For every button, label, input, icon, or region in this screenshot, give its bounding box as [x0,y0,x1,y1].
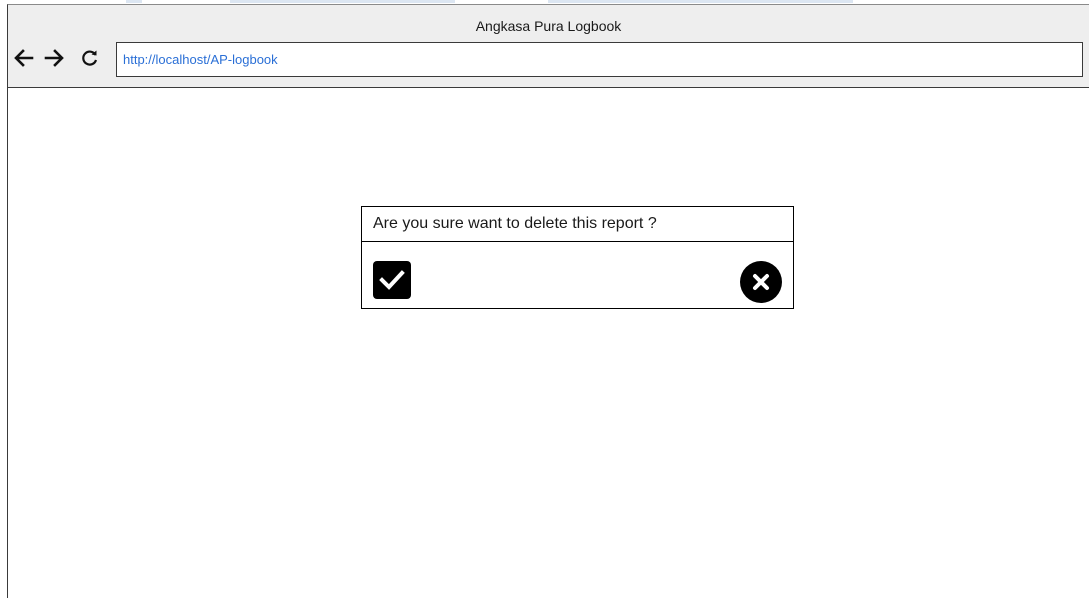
window-title: Angkasa Pura Logbook [475,18,622,34]
cancel-delete-button[interactable] [740,261,782,303]
browser-window: Angkasa Pura Logbook http://localhost/AP… [7,4,1089,598]
arrow-left-icon [14,49,34,67]
confirm-delete-button[interactable] [373,261,411,299]
background-fragment [126,0,142,3]
delete-confirm-dialog: Are you sure want to delete this report … [361,206,794,309]
browser-chrome: Angkasa Pura Logbook http://localhost/AP… [8,5,1089,88]
reload-button[interactable] [77,45,103,71]
reload-icon [82,50,98,66]
arrow-right-icon [44,49,64,67]
back-button[interactable] [11,45,37,71]
url-bar[interactable]: http://localhost/AP-logbook [116,42,1083,77]
background-fragment [548,0,853,3]
background-fragment [230,0,455,3]
checkmark-icon [379,270,405,290]
dialog-message: Are you sure want to delete this report … [362,207,793,242]
url-text: http://localhost/AP-logbook [123,52,278,67]
forward-button[interactable] [41,45,67,71]
close-circle-icon [753,274,769,290]
